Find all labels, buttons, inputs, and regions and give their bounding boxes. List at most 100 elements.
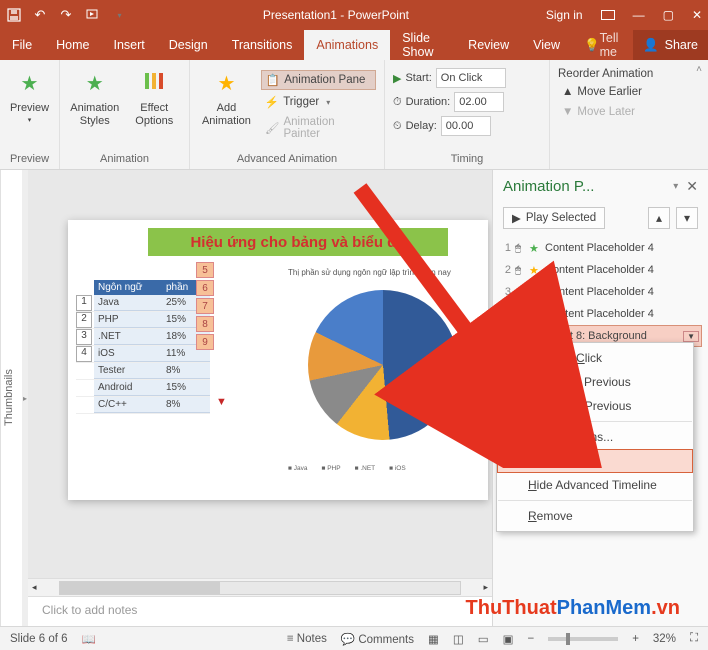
maximize-icon[interactable]: ▢ bbox=[663, 8, 674, 22]
ribbon-display-icon[interactable] bbox=[601, 10, 615, 20]
slide: Hiệu ứng cho bảng và biểu đồ Thị phần sử… bbox=[68, 220, 488, 500]
play-selected-button[interactable]: ▶ Play Selected bbox=[503, 207, 605, 229]
anim-tag-5[interactable]: 5 bbox=[196, 262, 214, 278]
close-pane-icon[interactable]: ✕ bbox=[686, 178, 698, 195]
group-preview-label: Preview bbox=[8, 151, 51, 167]
animation-styles-button[interactable]: ★Animation Styles bbox=[68, 68, 122, 127]
slide-canvas[interactable]: Hiệu ứng cho bảng và biểu đồ Thị phần sử… bbox=[28, 170, 492, 578]
sorter-view-icon[interactable]: ◫ bbox=[453, 632, 464, 646]
preview-button[interactable]: ★Preview▾ bbox=[8, 68, 51, 125]
tab-animations[interactable]: Animations bbox=[304, 30, 390, 60]
tab-design[interactable]: Design bbox=[157, 30, 220, 60]
spellcheck-icon[interactable]: 📖 bbox=[82, 632, 96, 646]
tab-home[interactable]: Home bbox=[44, 30, 101, 60]
fit-to-window-icon[interactable]: ⛶ bbox=[690, 632, 698, 645]
delay-label: Delay: bbox=[406, 120, 437, 132]
anim-tag-7[interactable]: 7 bbox=[196, 298, 214, 314]
ribbon: ★Preview▾ Preview ★Animation Styles Effe… bbox=[0, 60, 708, 170]
notes-pane[interactable]: Click to add notes bbox=[28, 596, 492, 626]
minimize-icon[interactable]: — bbox=[633, 8, 645, 22]
normal-view-icon[interactable]: ▦ bbox=[428, 632, 439, 646]
menu-start-after-previous[interactable]: ⏱Start After Previous bbox=[497, 394, 693, 418]
menu-remove[interactable]: Remove bbox=[497, 504, 693, 528]
move-down-button[interactable]: ▾ bbox=[676, 207, 698, 229]
slide-table: Ngôn ngữphần 1Java25%2PHP15%3.NET18%4iOS… bbox=[76, 280, 210, 414]
table-header-1: Ngôn ngữ bbox=[94, 280, 162, 295]
animation-item[interactable]: 4🖱★Content Placeholder 4 bbox=[499, 303, 702, 325]
tab-insert[interactable]: Insert bbox=[102, 30, 157, 60]
menu-timing[interactable]: Timing...↖ bbox=[497, 449, 693, 473]
share-button[interactable]: 👤Share bbox=[633, 30, 708, 60]
window-title: Presentation1 - PowerPoint bbox=[126, 8, 546, 22]
start-label: Start: bbox=[405, 72, 431, 84]
zoom-in-icon[interactable]: + bbox=[632, 633, 639, 645]
zoom-value[interactable]: 32% bbox=[653, 633, 676, 645]
menu-start-on-click[interactable]: 🖱Start On Click bbox=[497, 346, 693, 370]
move-earlier-button[interactable]: ▲ Move Earlier bbox=[558, 84, 653, 100]
table-row: Android15% bbox=[76, 380, 210, 397]
animation-painter-button: 🖌 Animation Painter bbox=[261, 114, 376, 142]
start-select[interactable]: On Click bbox=[436, 68, 506, 88]
pie-chart bbox=[308, 290, 458, 440]
duration-input[interactable]: 02.00 bbox=[454, 92, 504, 112]
pane-options-icon[interactable]: ▾ bbox=[673, 181, 678, 192]
tab-slideshow[interactable]: Slide Show bbox=[390, 30, 456, 60]
effect-options-button[interactable]: Effect Options bbox=[128, 68, 182, 127]
reorder-label: Reorder Animation bbox=[558, 68, 653, 80]
table-row: C/C++8% bbox=[76, 397, 210, 414]
tab-tellme[interactable]: 💡 Tell me bbox=[572, 30, 633, 60]
context-menu: 🖱Start On Click Start With Previous ⏱Sta… bbox=[496, 342, 694, 532]
comments-button[interactable]: 💬 Comments bbox=[341, 632, 414, 646]
slide-counter: Slide 6 of 6 bbox=[10, 633, 68, 645]
tab-view[interactable]: View bbox=[521, 30, 572, 60]
slideshow-view-icon[interactable]: ▣ bbox=[503, 632, 514, 646]
duration-label: Duration: bbox=[406, 96, 451, 108]
thumbnails-panel[interactable]: Thumbnails bbox=[0, 170, 22, 626]
menu-start-with-previous[interactable]: Start With Previous bbox=[497, 370, 693, 394]
tab-transitions[interactable]: Transitions bbox=[220, 30, 305, 60]
zoom-out-icon[interactable]: − bbox=[527, 633, 534, 645]
tab-review[interactable]: Review bbox=[456, 30, 521, 60]
group-timing-label: Timing bbox=[393, 151, 541, 167]
animation-item[interactable]: 3🖱Content Placeholder 4 bbox=[499, 281, 702, 303]
table-row: 2PHP15% bbox=[76, 312, 210, 329]
delay-input[interactable]: 00.00 bbox=[441, 116, 491, 136]
start-from-beginning-icon[interactable] bbox=[84, 7, 100, 23]
undo-icon[interactable]: ↶ bbox=[32, 7, 48, 23]
save-icon[interactable] bbox=[6, 7, 22, 23]
animation-pane-title: Animation P... bbox=[503, 178, 665, 195]
reading-view-icon[interactable]: ▭ bbox=[478, 632, 489, 646]
move-up-button[interactable]: ▴ bbox=[648, 207, 670, 229]
watermark: ThuThuatPhanMem.vn bbox=[466, 597, 680, 620]
add-animation-button[interactable]: ★Add Animation bbox=[198, 68, 255, 127]
animation-item[interactable]: 2🖱★Content Placeholder 4 bbox=[499, 259, 702, 281]
table-row: 3.NET18% bbox=[76, 329, 210, 346]
signin-link[interactable]: Sign in bbox=[546, 8, 583, 22]
menu-effect-options[interactable]: Effect Options... bbox=[497, 425, 693, 449]
collapse-ribbon-icon[interactable]: ˄ bbox=[690, 60, 708, 169]
horizontal-scrollbar[interactable]: ◂▸ bbox=[28, 578, 492, 596]
statusbar: Slide 6 of 6 📖 ≡ Notes 💬 Comments ▦ ◫ ▭ … bbox=[0, 626, 708, 650]
tab-file[interactable]: File bbox=[0, 30, 44, 60]
notes-button[interactable]: ≡ Notes bbox=[287, 633, 327, 645]
trigger-button[interactable]: ⚡ Trigger bbox=[261, 93, 376, 111]
zoom-slider[interactable] bbox=[548, 637, 618, 641]
chart-legend: ■ Java■ PHP ■ .NET■ iOS bbox=[288, 465, 406, 472]
anim-tag-9[interactable]: 9 bbox=[196, 334, 214, 350]
ribbon-tabs: File Home Insert Design Transitions Anim… bbox=[0, 30, 708, 60]
group-animation-label: Animation bbox=[68, 151, 181, 167]
redo-icon[interactable]: ↷ bbox=[58, 7, 74, 23]
slide-title: Hiệu ứng cho bảng và biểu đồ bbox=[148, 228, 448, 256]
animation-item[interactable]: 1🖱★Content Placeholder 4 bbox=[499, 237, 702, 259]
group-advanced-label: Advanced Animation bbox=[198, 151, 376, 167]
animation-pane-button[interactable]: 📋 Animation Pane bbox=[261, 70, 376, 90]
anim-tag-8[interactable]: 8 bbox=[196, 316, 214, 332]
anim-tag-6[interactable]: 6 bbox=[196, 280, 214, 296]
table-row: Tester8% bbox=[76, 363, 210, 380]
menu-hide-timeline[interactable]: Hide Advanced Timeline bbox=[497, 473, 693, 497]
titlebar: ↶ ↷ Presentation1 - PowerPoint Sign in —… bbox=[0, 0, 708, 30]
qat-more-icon[interactable] bbox=[110, 7, 126, 23]
chart-title: Thị phần sử dụng ngôn ngữ lập trình hiện… bbox=[288, 268, 451, 277]
table-row: 1Java25% bbox=[76, 295, 210, 312]
close-icon[interactable]: ✕ bbox=[692, 8, 702, 22]
